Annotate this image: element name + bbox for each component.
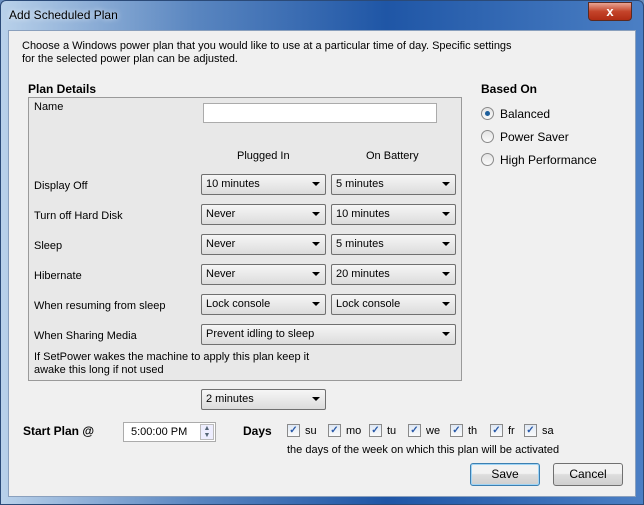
setting-label: Sleep	[34, 240, 63, 252]
radio-label[interactable]: Power Saver	[500, 130, 569, 144]
on-battery-select[interactable]: 10 minutes	[331, 204, 456, 225]
on-battery-select[interactable]: Lock console	[331, 294, 456, 315]
setting-label: When resuming from sleep	[34, 300, 166, 312]
day-label: fr	[508, 425, 515, 437]
radio-label[interactable]: High Performance	[500, 153, 597, 167]
setting-label: Display Off	[34, 180, 88, 192]
name-input[interactable]	[203, 103, 437, 123]
on-battery-select[interactable]: 20 minutes	[331, 264, 456, 285]
day-label: th	[468, 425, 478, 437]
plugged-in-value: Lock console	[206, 298, 271, 310]
chevron-down-icon	[312, 302, 320, 306]
wake-duration-select[interactable]: 2 minutes	[201, 389, 326, 410]
on-battery-value: 5 minutes	[336, 178, 384, 190]
plan-details-heading: Plan Details	[28, 82, 97, 96]
chevron-down-icon	[312, 212, 320, 216]
time-spinner[interactable]: ▲ ▼	[200, 424, 214, 440]
on-battery-select[interactable]: 5 minutes	[331, 234, 456, 255]
wake-text-2: awake this long if not used	[34, 364, 164, 376]
based-on-heading: Based On	[481, 82, 538, 96]
chevron-down-icon	[312, 397, 320, 401]
plugged-in-select[interactable]: Never	[201, 234, 326, 255]
days-hint: the days of the week on which this plan …	[287, 444, 560, 456]
radio-button[interactable]	[481, 107, 494, 120]
start-time-value: 5:00:00 PM	[131, 426, 188, 438]
sharing-media-value: Prevent idling to sleep	[206, 328, 315, 340]
day-checkbox[interactable]: ✓	[408, 424, 421, 437]
intro-line-1: Choose a Windows power plan that you wou…	[22, 40, 512, 52]
chevron-down-icon	[442, 272, 450, 276]
day-checkbox[interactable]: ✓	[524, 424, 537, 437]
on-battery-value: Lock console	[336, 298, 401, 310]
plugged-in-value: Never	[206, 238, 236, 250]
plugged-in-select[interactable]: 10 minutes	[201, 174, 326, 195]
on-battery-header: On Battery	[366, 150, 419, 162]
chevron-down-icon	[312, 272, 320, 276]
chevron-down-icon	[442, 182, 450, 186]
setting-label: Hibernate	[34, 270, 82, 282]
wake-duration-value: 2 minutes	[206, 393, 254, 405]
on-battery-value: 10 minutes	[336, 208, 390, 220]
day-checkbox[interactable]: ✓	[328, 424, 341, 437]
plugged-in-select[interactable]: Never	[201, 204, 326, 225]
chevron-down-icon	[442, 212, 450, 216]
chevron-down-icon	[442, 332, 450, 336]
day-checkbox[interactable]: ✓	[450, 424, 463, 437]
radio-button[interactable]	[481, 153, 494, 166]
day-checkbox[interactable]: ✓	[287, 424, 300, 437]
sharing-media-label: When Sharing Media	[34, 330, 137, 342]
plugged-in-value: Never	[206, 268, 236, 280]
chevron-down-icon	[312, 182, 320, 186]
on-battery-value: 20 minutes	[336, 268, 390, 280]
day-label: we	[426, 425, 441, 437]
on-battery-select[interactable]: 5 minutes	[331, 174, 456, 195]
radio-label[interactable]: Balanced	[500, 107, 550, 121]
day-label: tu	[387, 425, 397, 437]
day-label: su	[305, 425, 317, 437]
save-button[interactable]: Save	[470, 463, 540, 486]
day-checkbox[interactable]: ✓	[490, 424, 503, 437]
chevron-down-icon	[442, 302, 450, 306]
plugged-in-select[interactable]: Lock console	[201, 294, 326, 315]
plugged-in-header: Plugged In	[237, 150, 290, 162]
window-title: Add Scheduled Plan	[9, 8, 118, 22]
wake-text-1: If SetPower wakes the machine to apply t…	[34, 351, 310, 363]
name-label: Name	[34, 101, 64, 113]
days-label: Days	[243, 424, 272, 438]
intro-line-2: for the selected power plan can be adjus…	[22, 53, 238, 65]
on-battery-value: 5 minutes	[336, 238, 384, 250]
day-checkbox[interactable]: ✓	[369, 424, 382, 437]
start-plan-label: Start Plan @	[23, 424, 95, 438]
close-button[interactable]: x	[588, 2, 632, 21]
sharing-media-select[interactable]: Prevent idling to sleep	[201, 324, 456, 345]
start-time-input[interactable]: 5:00:00 PM ▲ ▼	[123, 422, 216, 442]
plugged-in-value: 10 minutes	[206, 178, 260, 190]
chevron-down-icon	[312, 242, 320, 246]
chevron-down-icon	[442, 242, 450, 246]
cancel-button[interactable]: Cancel	[553, 463, 623, 486]
plugged-in-select[interactable]: Never	[201, 264, 326, 285]
day-label: sa	[542, 425, 554, 437]
setting-label: Turn off Hard Disk	[34, 210, 123, 222]
plugged-in-value: Never	[206, 208, 236, 220]
day-label: mo	[346, 425, 362, 437]
radio-button[interactable]	[481, 130, 494, 143]
